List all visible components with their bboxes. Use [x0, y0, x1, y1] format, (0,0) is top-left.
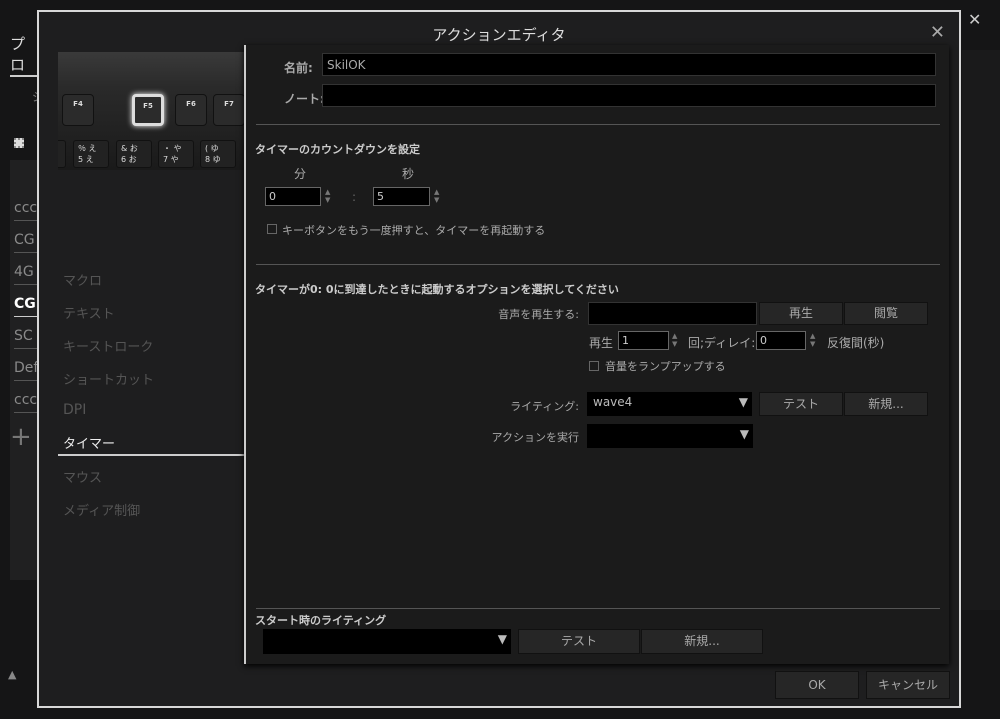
delay-input[interactable]: 0 — [756, 331, 806, 350]
key-f5: F5 — [132, 94, 164, 126]
interval-label: 反復間(秒) — [827, 336, 885, 350]
seconds-input[interactable]: 5 — [373, 187, 430, 206]
scroll-up-icon[interactable]: ▲ — [8, 668, 16, 681]
keyboard-image: F4 F5 F6 F7 う ％ え 5 え & お 6 お ・ や 7 や ( … — [58, 52, 245, 170]
close-icon[interactable]: ✕ — [930, 22, 945, 43]
lighting-value: wave4 — [593, 395, 633, 409]
times-delay-label: 回;ディレイ: — [688, 336, 756, 350]
dropdown-arrow-icon: ▼ — [739, 427, 749, 441]
options-title: タイマーが0: 0に到達したときに起動するオプションを選択してください — [255, 283, 619, 296]
sound-label: 音声を再生する: — [498, 308, 579, 321]
menu-dpi[interactable]: DPI — [63, 402, 86, 418]
note-input[interactable] — [322, 84, 936, 107]
divider — [256, 264, 940, 265]
minutes-label: 分 — [294, 167, 307, 181]
repeat-label: 再生 — [589, 336, 614, 350]
restart-label: キーボタンをもう一度押すと、タイマーを再起動する — [282, 224, 546, 237]
key-f7: F7 — [213, 94, 245, 126]
minutes-input[interactable]: 0 — [265, 187, 321, 206]
restart-checkbox[interactable] — [267, 224, 277, 234]
action-editor-dialog: アクションエディタ ✕ F4 F5 F6 F7 う ％ え 5 え & お 6 … — [37, 10, 961, 708]
app-close-icon[interactable]: ✕ — [968, 10, 981, 29]
dropdown-arrow-icon: ▼ — [738, 395, 748, 409]
play-button[interactable]: 再生 — [759, 302, 843, 325]
divider — [256, 124, 940, 125]
delay-spinner[interactable]: ▲ ▼ — [810, 332, 818, 348]
action-select[interactable]: ▼ — [587, 424, 753, 448]
name-input[interactable] — [322, 53, 936, 76]
menu-active-underline — [58, 454, 244, 456]
start-lighting-select[interactable]: ▼ — [263, 629, 511, 654]
key: う — [58, 140, 66, 168]
menu-keystroke[interactable]: キーストローク — [63, 336, 153, 355]
dialog-title: アクションエディタ — [432, 26, 566, 44]
browse-button[interactable]: 閲覧 — [844, 302, 928, 325]
menu-text[interactable]: テキスト — [63, 303, 115, 322]
divider — [256, 608, 940, 609]
key: ・ や 7 や — [158, 140, 194, 168]
bg-right-panel — [962, 50, 1000, 610]
start-lighting-title: スタート時のライティング — [255, 614, 387, 627]
sound-input[interactable] — [588, 302, 757, 325]
cancel-button[interactable]: キャンセル — [866, 671, 950, 699]
rampup-checkbox[interactable] — [589, 361, 599, 371]
rampup-label: 音量をランプアップする — [605, 360, 726, 373]
key-f6: F6 — [175, 94, 207, 126]
chip-icon — [14, 138, 24, 148]
add-profile-icon[interactable]: + — [10, 422, 32, 452]
name-label: 名前: — [284, 61, 313, 75]
menu-mouse[interactable]: マウス — [63, 467, 102, 486]
dropdown-arrow-icon: ▼ — [497, 632, 507, 646]
note-label: ノート: — [284, 92, 325, 106]
menu-timer[interactable]: タイマー — [63, 433, 115, 452]
minutes-spinner[interactable]: ▲ ▼ — [325, 188, 333, 204]
bg-profile-tab[interactable]: プロ — [10, 33, 38, 77]
time-colon: : — [352, 190, 357, 204]
action-label: アクションを実行 — [491, 431, 579, 444]
ok-button[interactable]: OK — [775, 671, 859, 699]
key: & お 6 お — [116, 140, 152, 168]
start-new-button[interactable]: 新規... — [641, 629, 763, 654]
key-f4: F4 — [62, 94, 94, 126]
editor-panel: 名前: ノート: タイマーのカウントダウンを設定 分 秒 0 ▲▼ : 5 ▲▼… — [244, 45, 949, 664]
lighting-select[interactable]: wave4 ▼ — [587, 392, 752, 416]
menu-media[interactable]: メディア制御 — [63, 500, 140, 519]
menu-shortcut[interactable]: ショートカット — [63, 369, 154, 388]
start-test-button[interactable]: テスト — [518, 629, 640, 654]
seconds-label: 秒 — [402, 167, 415, 181]
repeat-spinner[interactable]: ▲ ▼ — [672, 332, 680, 348]
key: ( ゆ 8 ゆ — [200, 140, 236, 168]
repeat-input[interactable]: 1 — [618, 331, 669, 350]
key: ％ え 5 え — [73, 140, 109, 168]
lighting-new-button[interactable]: 新規... — [844, 392, 928, 416]
countdown-title: タイマーのカウントダウンを設定 — [255, 143, 420, 156]
seconds-spinner[interactable]: ▲ ▼ — [434, 188, 442, 204]
lighting-label: ライティング: — [510, 400, 579, 413]
lighting-test-button[interactable]: テスト — [759, 392, 843, 416]
menu-macro[interactable]: マクロ — [63, 270, 102, 289]
